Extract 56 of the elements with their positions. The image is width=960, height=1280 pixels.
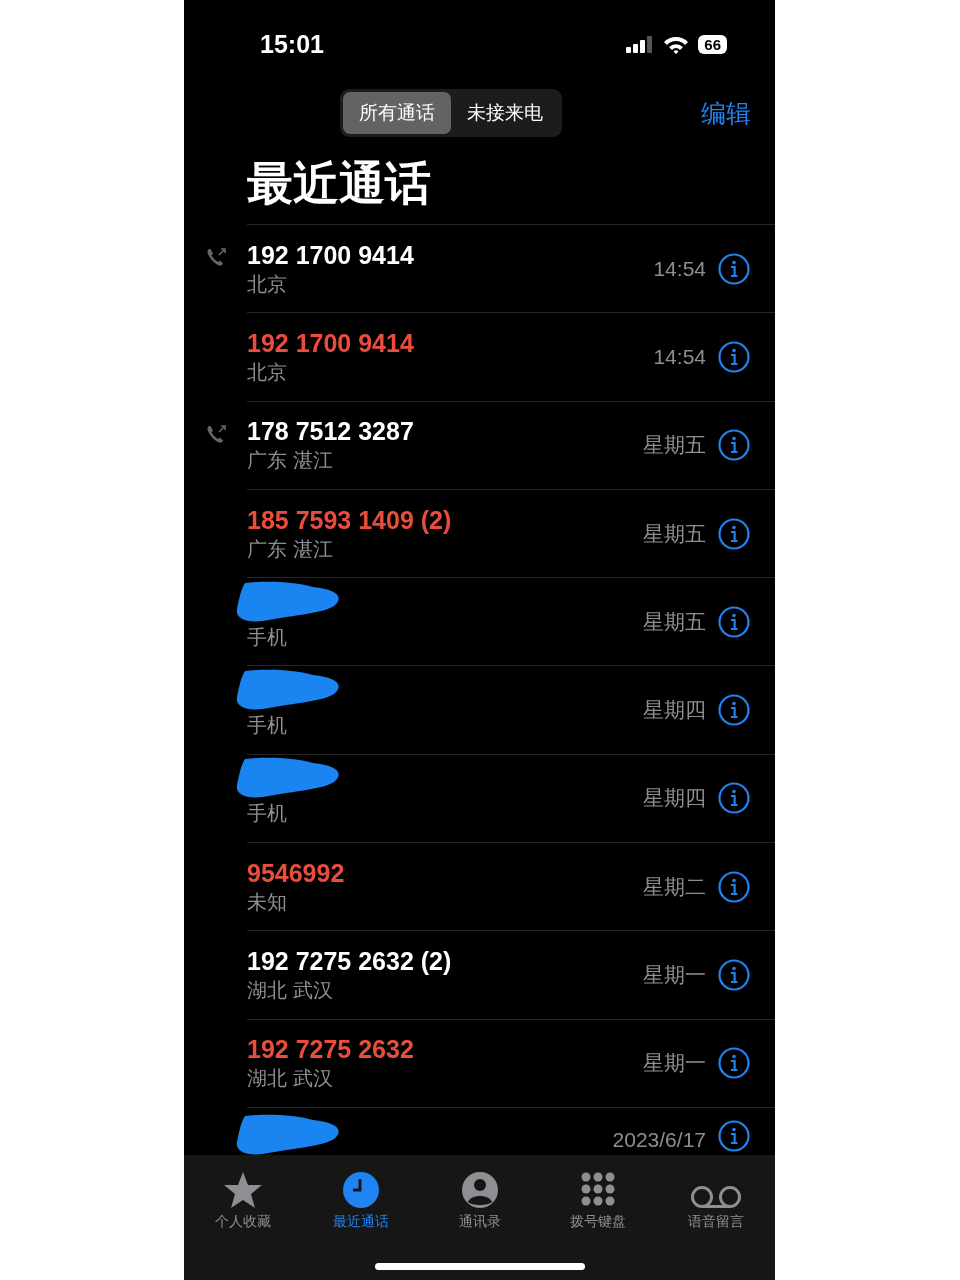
- call-time: 星期五: [643, 520, 706, 547]
- info-icon[interactable]: [718, 1119, 750, 1152]
- info-icon[interactable]: [718, 1047, 750, 1080]
- info-icon[interactable]: [718, 517, 750, 550]
- voicemail-icon: [689, 1185, 742, 1209]
- info-icon[interactable]: [718, 959, 750, 991]
- edit-button[interactable]: 编辑: [701, 96, 751, 130]
- caller-location: 未知: [247, 888, 288, 916]
- star-icon: [223, 1171, 264, 1209]
- battery-indicator: 66: [698, 34, 727, 54]
- call-time: 星期一: [643, 1050, 706, 1077]
- caller-number: 192 1700 9414: [247, 327, 415, 358]
- caller-number: 192 1700 9414: [247, 239, 415, 270]
- signal-icon: [626, 35, 655, 53]
- caller-location: 广东 湛江: [247, 447, 335, 475]
- call-time: 星期二: [643, 873, 706, 900]
- info-icon[interactable]: [718, 782, 750, 815]
- caller-location: 手机: [247, 800, 288, 828]
- caller-location: 广东 湛江: [247, 535, 335, 563]
- tab-bar-item[interactable]: 语音留言: [656, 1165, 775, 1231]
- caller-location: 湖北 武汉: [247, 977, 335, 1004]
- call-time: 星期四: [643, 697, 706, 724]
- caller-location: 湖北 武汉: [247, 1065, 335, 1093]
- caller-number: 178 7512 3287: [247, 416, 415, 447]
- caller-location: 北京: [247, 358, 288, 386]
- call-time: 14:54: [653, 256, 706, 281]
- tab-bar-item[interactable]: 最近通话: [302, 1165, 421, 1231]
- caller-number: 192 7275 2632: [247, 1034, 415, 1065]
- page-title: 最近通话: [247, 152, 775, 225]
- segment-tab[interactable]: 所有通话: [342, 92, 451, 134]
- call-time: 星期五: [643, 432, 706, 459]
- call-time: 2023/6/17: [612, 1127, 706, 1152]
- call-time: 14:54: [653, 344, 706, 369]
- caller-number: 185 7593 1409 (2): [247, 504, 453, 535]
- info-icon[interactable]: [718, 694, 750, 727]
- info-icon[interactable]: [718, 605, 750, 638]
- info-icon[interactable]: [718, 252, 750, 285]
- contact-icon: [460, 1171, 499, 1209]
- wifi-icon: [663, 34, 690, 54]
- info-icon[interactable]: [718, 870, 750, 903]
- call-time: 星期四: [643, 785, 706, 812]
- tab-bar-item[interactable]: 通讯录: [420, 1165, 539, 1231]
- info-icon[interactable]: [718, 340, 750, 373]
- call-time: 星期五: [643, 608, 706, 635]
- caller-location: 手机: [247, 712, 288, 740]
- clock-icon: [342, 1171, 381, 1209]
- info-icon[interactable]: [718, 429, 750, 462]
- tab-bar-item[interactable]: 个人收藏: [184, 1165, 303, 1231]
- status-time: 15:01: [260, 29, 324, 59]
- call-time: 星期一: [643, 962, 706, 988]
- caller-number: 9546992: [247, 857, 346, 888]
- tab-bar-item[interactable]: 拨号键盘: [538, 1165, 657, 1231]
- caller-location: 北京: [247, 270, 288, 298]
- caller-number: 192 7275 2632 (2): [247, 946, 453, 976]
- segment-tab[interactable]: 未接来电: [450, 92, 559, 134]
- caller-location: 手机: [247, 623, 288, 651]
